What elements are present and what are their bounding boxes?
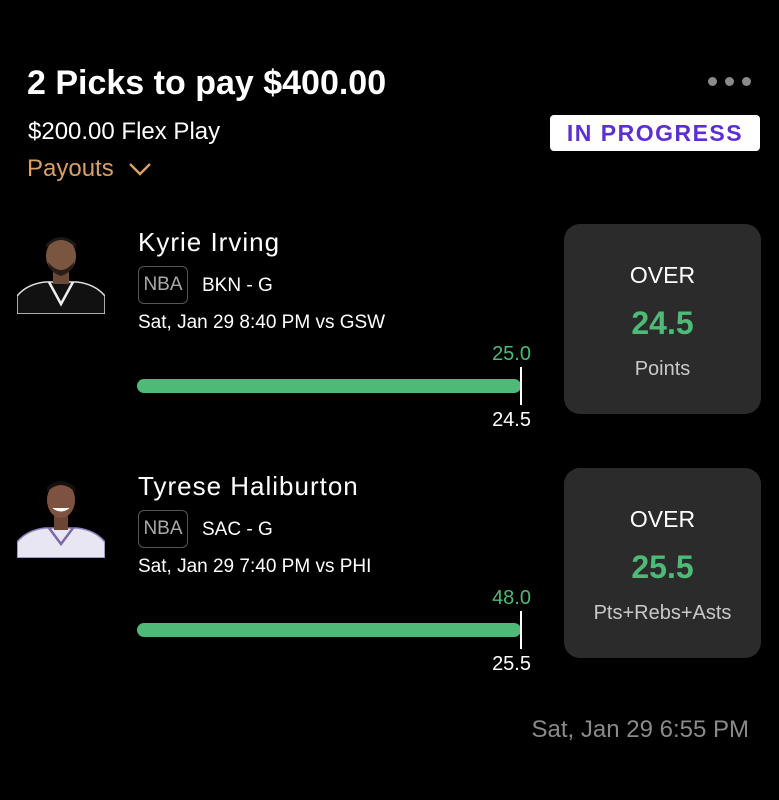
play-type: $200.00 Flex Play [28, 118, 221, 145]
chevron-down-icon [128, 163, 151, 176]
player-avatar [17, 470, 105, 558]
game-info: Sat, Jan 29 7:40 PM vs PHI [138, 556, 372, 577]
line-value: 24.5 [492, 409, 531, 431]
player-name: Kyrie Irving [138, 227, 281, 257]
progress-bar [137, 379, 521, 393]
payouts-toggle[interactable]: Payouts [27, 155, 152, 183]
entry-timestamp: Sat, Jan 29 6:55 PM [531, 716, 749, 743]
stat-type: Points [634, 358, 691, 380]
projection-card[interactable]: OVER 25.5 Pts+Rebs+Asts [564, 468, 761, 658]
projection-line: 25.5 [631, 549, 694, 585]
league-badge: NBA [138, 266, 188, 304]
more-options-icon[interactable] [708, 77, 762, 87]
payouts-label: Payouts [27, 155, 114, 182]
player-name: Tyrese Haliburton [138, 471, 359, 501]
line-marker [520, 611, 522, 649]
stat-type: Pts+Rebs+Asts [593, 602, 732, 624]
projection-card[interactable]: OVER 24.5 Points [564, 224, 761, 414]
status-badge: IN PROGRESS [550, 115, 760, 151]
league-badge: NBA [138, 510, 188, 548]
progress-bar [137, 623, 521, 637]
game-info: Sat, Jan 29 8:40 PM vs GSW [138, 312, 386, 333]
team-position: BKN - G [202, 275, 273, 296]
pick-direction: OVER [629, 262, 696, 288]
player-avatar [17, 226, 105, 314]
current-value: 48.0 [492, 587, 531, 609]
current-value: 25.0 [492, 343, 531, 365]
line-value: 25.5 [492, 653, 531, 675]
line-marker [520, 367, 522, 405]
projection-line: 24.5 [631, 305, 694, 341]
team-position: SAC - G [202, 519, 273, 540]
pick-direction: OVER [629, 506, 696, 532]
entry-title: 2 Picks to pay $400.00 [27, 64, 387, 102]
